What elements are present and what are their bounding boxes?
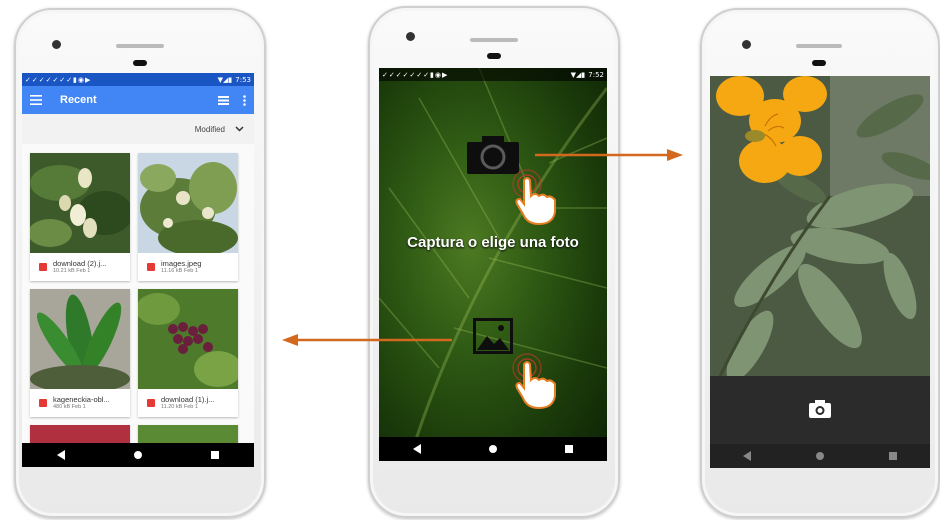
signal-icon: ▼◢▮: [217, 75, 233, 84]
leaf-veins: [379, 68, 607, 461]
file-picker-screen: ✓✓✓✓✓✓✓▮◉▶ ▼◢▮ 7:53 Recent Modified down…: [22, 73, 254, 467]
file-name: images.jpeg: [161, 259, 202, 268]
back-icon[interactable]: [56, 450, 65, 460]
image-gallery-icon[interactable]: [473, 318, 513, 354]
file-name: download (1).j...: [161, 395, 215, 404]
proximity-sensor: [812, 60, 826, 66]
home-icon[interactable]: [489, 445, 497, 453]
capture-screen: ✓✓✓✓✓✓✓▮◉▶ ▼◢▮ 7:52 Captura o elige una f…: [379, 68, 607, 461]
file-name: download (2).j...: [53, 259, 107, 268]
capture-prompt: Captura o elige una foto: [407, 234, 579, 251]
image-file-icon: [147, 399, 155, 407]
nav-bar: [22, 443, 254, 467]
image-file-icon: [147, 263, 155, 271]
phone-capture: ✓✓✓✓✓✓✓▮◉▶ ▼◢▮ 7:52 Captura o elige una f…: [368, 6, 620, 518]
file-meta: 11.16 kB Feb 1: [161, 268, 198, 274]
app-bar: Recent: [22, 86, 254, 114]
file-meta: 10.21 kB Feb 1: [53, 268, 91, 274]
signal-icon: ▼◢▮: [570, 70, 586, 79]
pointing-hand-icon: [512, 169, 556, 226]
proximity-sensor: [487, 53, 501, 59]
file-card[interactable]: images.jpeg 11.16 kB Feb 1: [138, 153, 238, 281]
file-thumbnail: [30, 289, 130, 389]
front-camera: [742, 40, 751, 49]
list-view-icon[interactable]: [218, 95, 229, 105]
image-file-icon: [39, 399, 47, 407]
front-camera: [406, 32, 415, 41]
phone-camera: [700, 8, 940, 518]
file-card[interactable]: download (1).j... 11.20 kB Feb 1: [138, 289, 238, 417]
notification-icons: ✓✓✓✓✓✓✓▮◉▶: [25, 75, 92, 84]
file-name: kageneckia-obl...: [53, 395, 110, 404]
back-icon[interactable]: [742, 451, 751, 461]
recents-icon[interactable]: [211, 451, 220, 459]
file-meta: 480 kB Feb 1: [53, 404, 86, 410]
home-icon[interactable]: [815, 452, 824, 460]
phone-file-picker: ✓✓✓✓✓✓✓▮◉▶ ▼◢▮ 7:53 Recent Modified down…: [14, 8, 266, 518]
image-file-icon: [39, 263, 47, 271]
camera-shutter-icon[interactable]: [809, 400, 831, 418]
hamburger-menu-icon[interactable]: [30, 95, 42, 105]
page-title: Recent: [60, 94, 97, 106]
status-bar: ✓✓✓✓✓✓✓▮◉▶ ▼◢▮ 7:53: [22, 73, 254, 86]
camera-screen: [710, 76, 930, 468]
file-card[interactable]: [138, 425, 238, 445]
earpiece-speaker: [470, 38, 518, 42]
arrow-to-camera: [535, 149, 683, 161]
nav-bar: [379, 437, 607, 461]
front-camera: [52, 40, 61, 49]
camera-control-bar: [710, 376, 930, 444]
recents-icon[interactable]: [889, 452, 898, 460]
file-card[interactable]: [30, 425, 130, 445]
back-icon[interactable]: [413, 444, 421, 454]
file-thumbnail: [30, 153, 130, 253]
status-time: 7:52: [588, 70, 604, 79]
sort-bar: Modified: [22, 114, 254, 144]
file-card[interactable]: kageneckia-obl... 480 kB Feb 1: [30, 289, 130, 417]
file-meta: 11.20 kB Feb 1: [161, 404, 198, 410]
more-vert-icon[interactable]: [243, 94, 246, 106]
chevron-down-icon[interactable]: [235, 126, 244, 132]
file-card[interactable]: download (2).j... 10.21 kB Feb 1: [30, 153, 130, 281]
camera-viewfinder: [710, 76, 930, 376]
sort-label[interactable]: Modified: [195, 125, 225, 134]
notification-icons: ✓✓✓✓✓✓✓▮◉▶: [382, 70, 449, 79]
file-thumbnail: [138, 153, 238, 253]
earpiece-speaker: [116, 44, 164, 48]
status-time: 7:53: [235, 75, 251, 84]
file-thumbnail: [138, 289, 238, 389]
home-icon[interactable]: [133, 451, 142, 459]
earpiece-speaker: [796, 44, 842, 48]
recents-icon[interactable]: [565, 445, 573, 453]
status-bar: ✓✓✓✓✓✓✓▮◉▶ ▼◢▮ 7:52: [379, 68, 607, 81]
proximity-sensor: [133, 60, 147, 66]
arrow-to-gallery: [282, 334, 452, 346]
pointing-hand-icon: [512, 353, 556, 410]
nav-bar: [710, 444, 930, 468]
